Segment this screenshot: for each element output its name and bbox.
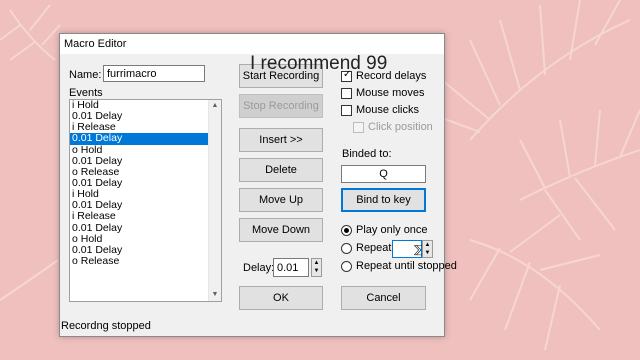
- repeat-radio[interactable]: [341, 243, 352, 254]
- mouse-moves-label: Mouse moves: [356, 87, 425, 99]
- event-list-item[interactable]: i Release: [70, 211, 221, 222]
- move-down-button[interactable]: Move Down: [239, 218, 323, 242]
- play-once-radio[interactable]: [341, 225, 352, 236]
- events-label: Events: [69, 87, 103, 99]
- stop-recording-button[interactable]: Stop Recording: [239, 94, 323, 118]
- bound-key-display: Q: [341, 165, 426, 183]
- repeat-label: Repeat: [356, 242, 392, 254]
- play-once-label: Play only once: [356, 224, 428, 236]
- event-list-item[interactable]: o Release: [70, 255, 221, 267]
- repeat-until-stopped-radio[interactable]: [341, 261, 352, 272]
- title-bar: Macro Editor: [60, 34, 444, 54]
- delay-label: Delay:: [243, 262, 275, 274]
- repeat-count-spinner[interactable]: ▲ ▼: [422, 240, 433, 258]
- ok-button[interactable]: OK: [239, 286, 323, 310]
- events-listbox[interactable]: i Hold 0.01 Delay i Release 0.01 Delay o Hol…: [69, 99, 222, 302]
- delay-input[interactable]: [273, 258, 309, 277]
- event-list-item[interactable]: 0.01 Delay: [70, 133, 221, 145]
- macro-editor-window: Macro Editor Name: Events i Hold0.01 Del…: [59, 33, 457, 337]
- mouse-clicks-checkbox[interactable]: [341, 105, 352, 116]
- cancel-button[interactable]: Cancel: [341, 286, 426, 310]
- events-list: i Hold 0.01 Delay i Release 0.01 Delay o Hol…: [70, 100, 221, 267]
- status-bar-text: Recordng stopped: [61, 320, 151, 332]
- click-position-checkbox[interactable]: [353, 122, 364, 133]
- radio-selected-dot: [344, 228, 349, 233]
- bind-to-key-button[interactable]: Bind to key: [341, 188, 426, 212]
- click-position-label: Click position: [368, 121, 433, 133]
- binded-to-label: Binded to:: [342, 148, 392, 160]
- name-input[interactable]: [103, 65, 205, 82]
- mouse-clicks-label: Mouse clicks: [356, 104, 419, 116]
- repeat-count-input[interactable]: ⅀: [392, 240, 423, 258]
- window-title: Macro Editor: [64, 38, 127, 50]
- name-label: Name:: [69, 69, 102, 81]
- delay-spinner[interactable]: ▲ ▼: [311, 258, 322, 277]
- mouse-moves-checkbox[interactable]: [341, 88, 352, 99]
- move-up-button[interactable]: Move Up: [239, 188, 323, 212]
- insert-button[interactable]: Insert >>: [239, 128, 323, 152]
- overlay-caption: I recommend 99: [250, 53, 388, 74]
- repeat-until-stopped-label: Repeat until stopped: [356, 260, 457, 272]
- events-scrollbar[interactable]: ▲ ▼: [208, 100, 221, 301]
- scroll-down-icon[interactable]: ▼: [209, 289, 221, 301]
- scroll-up-icon[interactable]: ▲: [209, 100, 221, 112]
- delete-button[interactable]: Delete: [239, 158, 323, 182]
